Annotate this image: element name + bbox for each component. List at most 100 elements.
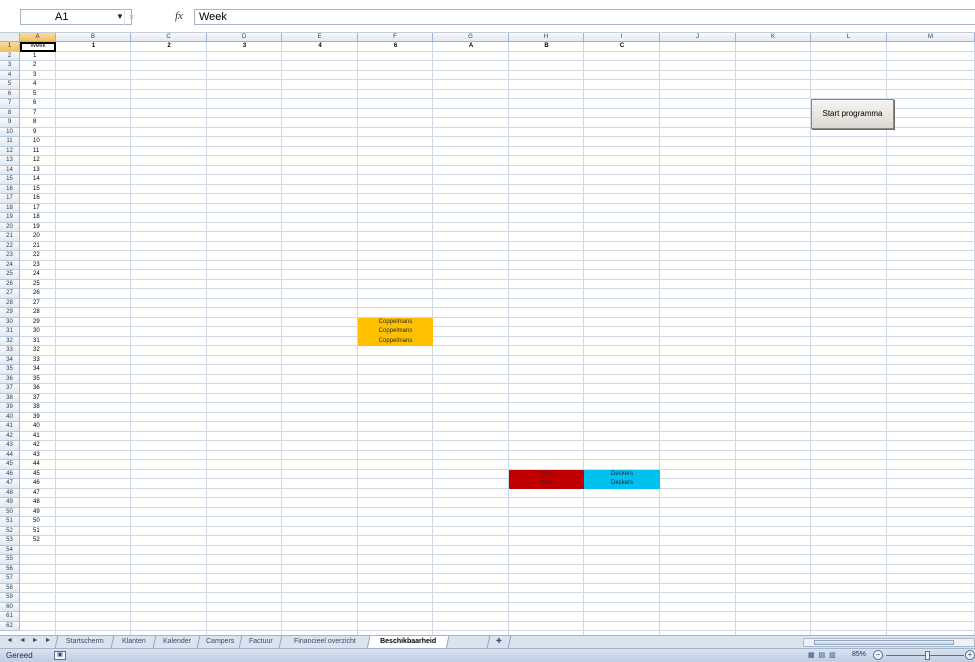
column-header-e[interactable]: E [282,33,358,42]
row-header-13[interactable]: 13 [0,156,20,166]
row-header-23[interactable]: 23 [0,251,20,261]
row-header-27[interactable]: 27 [0,289,20,299]
header-cell-c[interactable]: 2 [131,42,207,52]
row-header-28[interactable]: 28 [0,298,20,308]
column-header-m[interactable]: M [887,33,975,42]
sheet-tab-campers[interactable]: Campers [196,636,244,648]
sheet-tab-kalender[interactable]: Kalender [152,636,202,648]
row-header-48[interactable]: 48 [0,488,20,498]
week-number-cell[interactable]: 38 [20,403,56,413]
week-number-cell[interactable]: 44 [20,460,56,470]
row-header-58[interactable]: 58 [0,583,20,593]
macro-record-icon[interactable]: ▣ [54,651,66,660]
week-number-cell[interactable]: 52 [20,536,56,546]
week-number-cell[interactable]: 11 [20,147,56,157]
week-number-cell[interactable]: 41 [20,432,56,442]
column-header-h[interactable]: H [509,33,584,42]
sheet-tab-financieel-overzicht[interactable]: Financieel overzicht [278,636,372,648]
column-header-i[interactable]: I [584,33,660,42]
week-number-cell[interactable]: 13 [20,166,56,176]
week-number-cell[interactable]: 14 [20,175,56,185]
week-number-cell[interactable]: 16 [20,194,56,204]
week-number-cell[interactable]: 18 [20,213,56,223]
week-number-cell[interactable]: 30 [20,327,56,337]
row-header-25[interactable]: 25 [0,270,20,280]
week-number-cell[interactable]: 24 [20,270,56,280]
column-header-g[interactable]: G [433,33,509,42]
row-header-22[interactable]: 22 [0,241,20,251]
column-header-l[interactable]: L [811,33,887,42]
row-header-20[interactable]: 20 [0,222,20,232]
row-header-52[interactable]: 52 [0,526,20,536]
header-cell-e[interactable]: 4 [282,42,358,52]
week-number-cell[interactable]: 33 [20,356,56,366]
week-number-cell[interactable]: 37 [20,394,56,404]
row-header-17[interactable]: 17 [0,194,20,204]
week-number-cell[interactable]: 45 [20,470,56,480]
week-number-cell[interactable]: 9 [20,128,56,138]
week-number-cell[interactable]: 48 [20,498,56,508]
week-number-cell[interactable]: 43 [20,451,56,461]
booking-cell-deckers[interactable]: Deckers [584,479,660,489]
row-header-49[interactable]: 49 [0,498,20,508]
week-number-cell[interactable]: 12 [20,156,56,166]
booking-cell-deckers[interactable]: Deckers [584,469,660,479]
formula-cancel-icon[interactable]: × [124,9,138,25]
column-header-b[interactable]: B [56,33,131,42]
row-header-8[interactable]: 8 [0,108,20,118]
column-header-j[interactable]: J [660,33,736,42]
row-header-6[interactable]: 6 [0,89,20,99]
week-number-cell[interactable]: 2 [20,61,56,71]
row-header-18[interactable]: 18 [0,203,20,213]
row-header-26[interactable]: 26 [0,279,20,289]
week-number-cell[interactable]: 25 [20,280,56,290]
zoom-slider-thumb[interactable] [925,651,930,660]
week-number-cell[interactable]: 47 [20,489,56,499]
row-header-34[interactable]: 34 [0,355,20,365]
week-number-cell[interactable]: 21 [20,242,56,252]
week-number-cell[interactable]: 50 [20,517,56,527]
booking-cell-coppelmans[interactable]: Coppelmans [358,327,433,337]
row-header-46[interactable]: 46 [0,469,20,479]
row-header-44[interactable]: 44 [0,450,20,460]
week-number-cell[interactable]: 34 [20,365,56,375]
week-number-cell[interactable]: 23 [20,261,56,271]
week-number-cell[interactable]: 36 [20,384,56,394]
week-number-cell[interactable]: 49 [20,508,56,518]
row-header-42[interactable]: 42 [0,431,20,441]
horizontal-scroll-thumb[interactable] [814,640,954,645]
week-number-cell[interactable]: 8 [20,118,56,128]
week-number-cell[interactable]: 42 [20,441,56,451]
week-number-cell[interactable]: 27 [20,299,56,309]
row-header-61[interactable]: 61 [0,612,20,622]
week-number-cell[interactable]: 39 [20,413,56,423]
row-header-36[interactable]: 36 [0,374,20,384]
booking-cell-arts[interactable]: Arts [509,469,584,479]
column-header-k[interactable]: K [736,33,811,42]
sheet-tab-startscherm[interactable]: Startscherm [54,636,116,648]
row-header-57[interactable]: 57 [0,574,20,584]
row-header-7[interactable]: 7 [0,99,20,109]
booking-cell-coppelmans[interactable]: Coppelmans [358,317,433,327]
row-header-30[interactable]: 30 [0,317,20,327]
week-number-cell[interactable]: 17 [20,204,56,214]
zoom-in-icon[interactable]: + [965,650,975,660]
week-number-cell[interactable]: 7 [20,109,56,119]
booking-cell-coppelmans[interactable]: Coppelmans [358,336,433,346]
select-all-corner[interactable] [0,33,20,42]
row-header-4[interactable]: 4 [0,70,20,80]
week-number-cell[interactable]: 35 [20,375,56,385]
week-number-cell[interactable]: 5 [20,90,56,100]
row-header-45[interactable]: 45 [0,460,20,470]
horizontal-scrollbar[interactable] [803,638,975,647]
row-header-53[interactable]: 53 [0,536,20,546]
row-header-16[interactable]: 16 [0,184,20,194]
row-header-33[interactable]: 33 [0,346,20,356]
row-header-10[interactable]: 10 [0,127,20,137]
week-number-cell[interactable]: 29 [20,318,56,328]
week-number-cell[interactable]: 15 [20,185,56,195]
week-number-cell[interactable]: 22 [20,251,56,261]
row-header-19[interactable]: 19 [0,213,20,223]
row-header-9[interactable]: 9 [0,118,20,128]
row-header-31[interactable]: 31 [0,327,20,337]
